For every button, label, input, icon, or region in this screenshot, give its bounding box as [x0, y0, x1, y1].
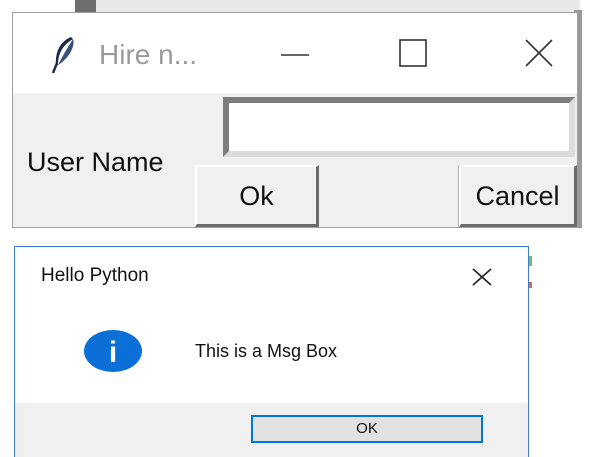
minimize-button[interactable]: [275, 35, 315, 71]
maximize-button[interactable]: [393, 35, 433, 71]
ok-button[interactable]: Ok: [195, 165, 319, 227]
window-title: Hire n...: [99, 39, 198, 70]
message-text: This is a Msg Box: [195, 341, 338, 361]
info-icon: i: [84, 330, 142, 372]
message-box: Hello Python i This is a Msg Box OK: [14, 246, 529, 457]
info-icon-glyph: i: [109, 336, 117, 369]
tk-window: Hire n... User Name Ok Cancel: [12, 12, 578, 228]
ok-button[interactable]: OK: [251, 415, 483, 443]
cancel-button[interactable]: Cancel: [459, 165, 577, 227]
message-box-footer: OK: [15, 403, 528, 457]
message-box-title: Hello Python: [41, 265, 149, 286]
backdrop-left: [0, 0, 75, 12]
user-name-label: User Name: [27, 147, 164, 177]
button-row-spacer: [319, 165, 459, 227]
tk-titlebar[interactable]: Hire n...: [13, 13, 577, 93]
close-button[interactable]: [519, 35, 559, 71]
user-name-input[interactable]: [223, 97, 575, 157]
feather-icon: [51, 37, 74, 74]
backdrop-top-strip-inner: [96, 0, 580, 12]
close-icon[interactable]: [467, 263, 497, 291]
